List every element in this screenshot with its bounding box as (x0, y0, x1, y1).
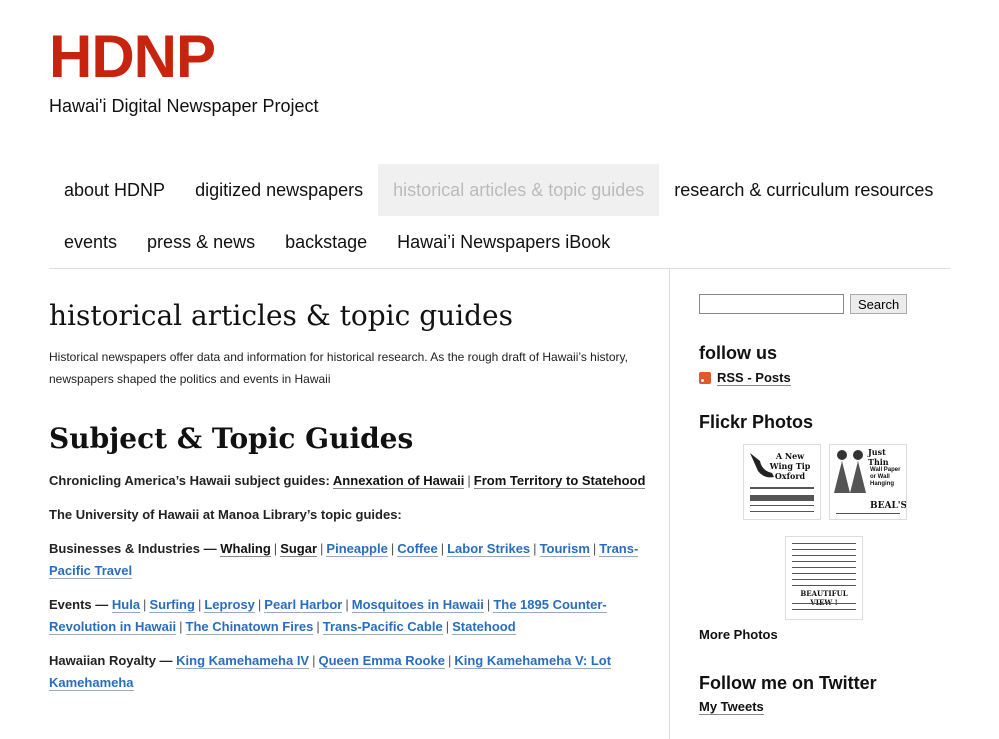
events-guides: Events — Hula | Surfing | Leprosy | Pearl Harb… (49, 597, 607, 635)
search-button[interactable]: Search (850, 294, 908, 314)
link-leprosy[interactable]: Leprosy (204, 597, 255, 613)
site-title[interactable]: HDNP (49, 24, 216, 90)
link-queen-emma[interactable]: Queen Emma Rooke (318, 653, 445, 669)
photo-2-text: Wall Paper or Wall Hanging (870, 467, 901, 487)
sidebar: Search follow us RSS - Posts Flickr Phot… (699, 294, 949, 433)
link-mosquitoes[interactable]: Mosquitoes in Hawaii (351, 597, 484, 613)
link-kamehameha-iv[interactable]: King Kamehameha IV (176, 653, 310, 669)
link-hula[interactable]: Hula (111, 597, 141, 613)
royalty-label: Hawaiian Royalty — (49, 653, 173, 668)
link-statehood[interactable]: Statehood (452, 619, 516, 635)
link-territory-statehood[interactable]: From Territory to Statehood (473, 473, 646, 489)
link-whaling[interactable]: Whaling (220, 541, 271, 557)
chronicling-guides: Chronicling America’s Hawaii subject gui… (49, 473, 646, 489)
link-labor-strikes[interactable]: Labor Strikes (447, 541, 531, 557)
my-tweets-link[interactable]: My Tweets (699, 699, 764, 715)
photo-3-heading: BEAUTIFUL VIEW ! (800, 589, 848, 607)
page-title: historical articles & topic guides (49, 299, 513, 332)
uhm-guides-label: The University of Hawaii at Manoa Librar… (49, 507, 402, 522)
nav-ibook[interactable]: Hawai’i Newspapers iBook (382, 216, 625, 268)
shoe-illustration-icon (750, 453, 774, 478)
more-photos-link[interactable]: More Photos (699, 627, 778, 642)
flickr-photo-2[interactable]: Just Thin Wall Paper or Wall Hanging BEA… (829, 444, 907, 520)
business-guides: Businesses & Industries — Whaling | Sugar |… (49, 541, 639, 579)
nav-divider (49, 268, 950, 269)
flickr-photo-3[interactable]: BEAUTIFUL VIEW ! (785, 536, 863, 620)
photo-2-heading: Just Thin (868, 447, 889, 467)
photo-2-brand: BEAL'S (870, 501, 907, 511)
search-form: Search (699, 294, 949, 314)
link-sugar[interactable]: Sugar (280, 541, 318, 557)
main-nav: about HDNP digitized newspapers historic… (49, 164, 949, 268)
business-label: Businesses & Industries — (49, 541, 217, 556)
nav-events[interactable]: events (49, 216, 132, 268)
events-label: Events — (49, 597, 109, 612)
link-coffee[interactable]: Coffee (397, 541, 438, 557)
rss-label[interactable]: RSS - Posts (717, 370, 791, 386)
link-pearl-harbor[interactable]: Pearl Harbor (264, 597, 343, 613)
rss-icon (699, 372, 711, 384)
link-annexation[interactable]: Annexation of Hawaii (332, 473, 465, 489)
section-title: Subject & Topic Guides (49, 422, 414, 455)
link-trans-pacific-cable[interactable]: Trans-Pacific Cable (322, 619, 443, 635)
nav-about[interactable]: about HDNP (49, 164, 180, 216)
figures-illustration-icon (834, 450, 866, 493)
nav-press-news[interactable]: press & news (132, 216, 270, 268)
nav-backstage[interactable]: backstage (270, 216, 382, 268)
link-surfing[interactable]: Surfing (149, 597, 195, 613)
flickr-photo-1[interactable]: A New Wing Tip Oxford (743, 444, 821, 520)
link-tourism[interactable]: Tourism (539, 541, 590, 557)
link-pineapple[interactable]: Pineapple (326, 541, 388, 557)
search-input[interactable] (699, 294, 844, 314)
sidebar-divider (669, 269, 670, 739)
site-description: Hawai'i Digital Newspaper Project (49, 96, 319, 116)
intro-text: Historical newspapers offer data and inf… (49, 350, 628, 386)
chronicling-label: Chronicling America’s Hawaii subject gui… (49, 473, 330, 488)
link-chinatown-fires[interactable]: The Chinatown Fires (185, 619, 314, 635)
main-content: historical articles & topic guides Histo… (49, 296, 649, 694)
rss-link[interactable]: RSS - Posts (699, 370, 949, 386)
twitter-title: Follow me on Twitter (699, 673, 877, 693)
nav-digitized-newspapers[interactable]: digitized newspapers (180, 164, 378, 216)
flickr-title: Flickr Photos (699, 412, 814, 432)
royalty-guides: Hawaiian Royalty — King Kamehameha IV | Qu… (49, 653, 612, 691)
nav-historical-articles[interactable]: historical articles & topic guides (378, 164, 660, 216)
nav-research-resources[interactable]: research & curriculum resources (659, 164, 948, 216)
follow-us-title: follow us (699, 343, 777, 363)
